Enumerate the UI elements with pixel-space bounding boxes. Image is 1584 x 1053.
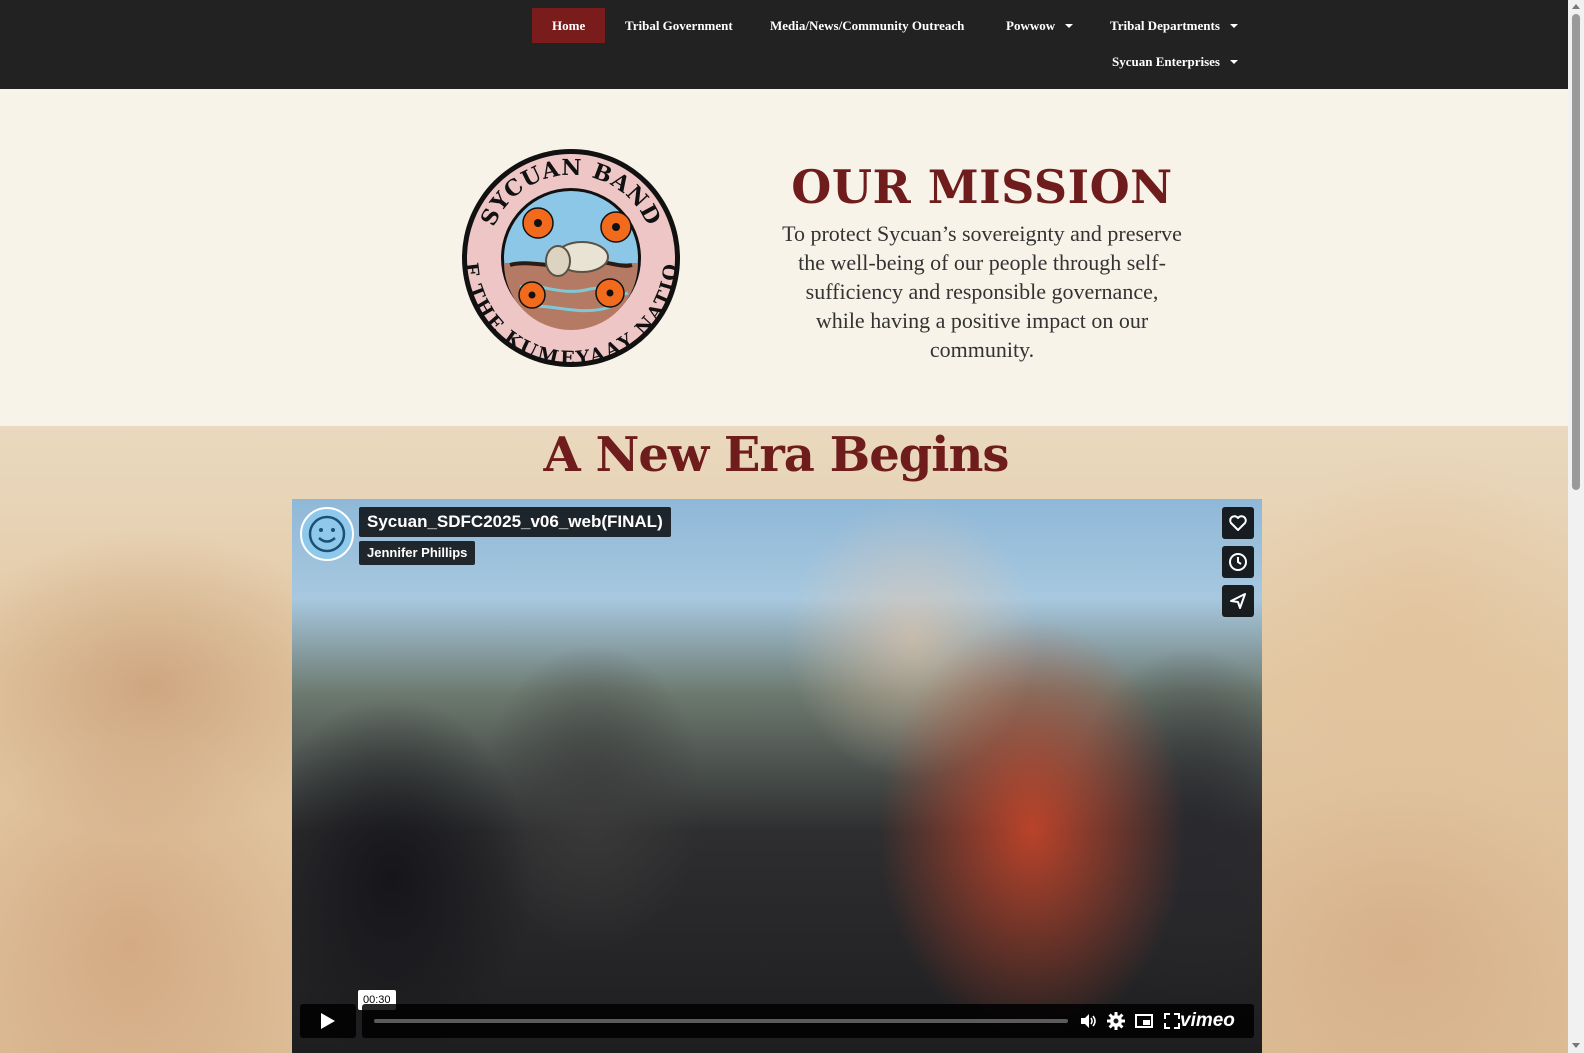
nav-sycuan-enterprises-label: Sycuan Enterprises bbox=[1112, 54, 1220, 69]
watch-later-button[interactable] bbox=[1222, 546, 1254, 578]
nav-home-label: Home bbox=[552, 18, 586, 33]
author-avatar[interactable] bbox=[300, 507, 354, 561]
scroll-up-icon[interactable] bbox=[1572, 4, 1580, 9]
clock-icon bbox=[1229, 553, 1247, 571]
share-button[interactable] bbox=[1222, 585, 1254, 617]
era-title: A New Era Begins bbox=[543, 427, 1010, 483]
nav-tribal-departments[interactable]: Tribal Departments bbox=[1110, 8, 1238, 43]
progress-bar[interactable] bbox=[374, 1019, 1068, 1023]
tribal-seal-logo: SYCUAN BAND OF THE KUMEYAAY NATION bbox=[460, 147, 682, 369]
nav-media-news-outreach[interactable]: Media/News/Community Outreach bbox=[770, 8, 964, 43]
volume-icon[interactable] bbox=[1078, 1011, 1098, 1031]
video-controls: vimeo bbox=[300, 1004, 1254, 1038]
like-button[interactable] bbox=[1222, 507, 1254, 539]
nav-sycuan-enterprises[interactable]: Sycuan Enterprises bbox=[1112, 44, 1238, 79]
fullscreen-icon[interactable] bbox=[1162, 1011, 1182, 1031]
control-bar: vimeo bbox=[362, 1004, 1254, 1038]
nav-tribal-departments-label: Tribal Departments bbox=[1110, 18, 1220, 33]
chevron-down-icon bbox=[1229, 24, 1238, 29]
vimeo-logo[interactable]: vimeo bbox=[1180, 1007, 1235, 1035]
play-button[interactable] bbox=[300, 1004, 356, 1038]
scroll-down-icon[interactable] bbox=[1572, 1043, 1580, 1048]
nav-powwow-label: Powwow bbox=[1006, 18, 1056, 33]
nav-media-label: Media/News/Community Outreach bbox=[770, 18, 965, 33]
chevron-down-icon bbox=[1229, 60, 1238, 65]
nav-home[interactable]: Home bbox=[532, 8, 606, 43]
picture-in-picture-icon[interactable] bbox=[1134, 1011, 1154, 1031]
chevron-down-icon bbox=[1065, 24, 1074, 29]
video-title[interactable]: Sycuan_SDFC2025_v06_web(FINAL) bbox=[359, 507, 671, 537]
page-scrollbar[interactable] bbox=[1568, 0, 1584, 1053]
scrollbar-thumb[interactable] bbox=[1572, 14, 1580, 490]
nav-tribal-government-label: Tribal Government bbox=[625, 18, 733, 33]
vimeo-video-player[interactable]: Sycuan_SDFC2025_v06_web(FINAL) Jennifer … bbox=[292, 499, 1262, 1053]
smiley-avatar-icon bbox=[308, 515, 346, 553]
nav-powwow[interactable]: Powwow bbox=[1006, 8, 1074, 43]
top-navigation: Home Tribal Government Media/News/Commun… bbox=[0, 0, 1568, 89]
mission-statement: To protect Sycuan’s sovereignty and pres… bbox=[782, 221, 1182, 362]
settings-icon[interactable] bbox=[1106, 1011, 1126, 1031]
video-author[interactable]: Jennifer Phillips bbox=[359, 541, 476, 565]
mission-title: OUR MISSION bbox=[791, 160, 1173, 214]
share-icon bbox=[1230, 593, 1246, 609]
play-icon bbox=[321, 1013, 335, 1029]
nav-tribal-government[interactable]: Tribal Government bbox=[625, 8, 733, 43]
heart-icon bbox=[1229, 515, 1247, 531]
